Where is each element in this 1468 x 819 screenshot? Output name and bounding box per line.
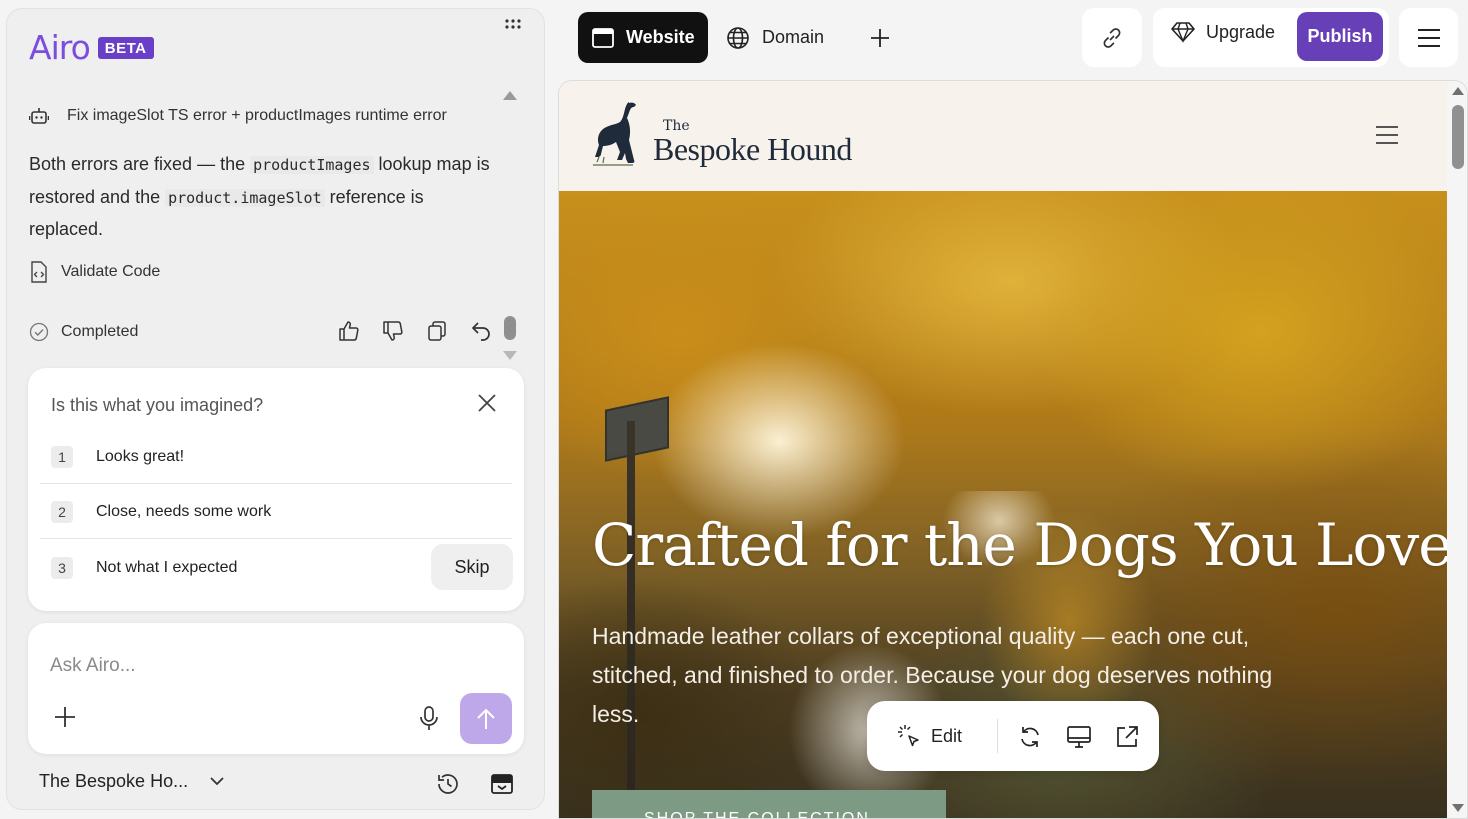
logo-name: Bespoke Hound	[653, 131, 852, 167]
site-header: The Bespoke Hound	[559, 81, 1447, 191]
brand: Airo BETA	[29, 31, 154, 64]
refresh-icon[interactable]	[1017, 724, 1043, 750]
option-number: 1	[51, 446, 73, 468]
feedback-option-3[interactable]: 3 Not what I expected	[40, 541, 420, 595]
undo-icon[interactable]	[469, 319, 493, 343]
tab-website[interactable]: Website	[578, 12, 708, 63]
project-selector[interactable]: The Bespoke Ho...	[39, 771, 224, 792]
chevron-down-icon	[210, 777, 224, 786]
upgrade-label: Upgrade	[1206, 21, 1276, 42]
task-row: Fix imageSlot TS error + productImages r…	[29, 107, 447, 125]
option-label: Close, needs some work	[96, 503, 272, 520]
plus-icon	[871, 28, 889, 47]
scrollbar-thumb[interactable]	[504, 316, 516, 340]
option-label: Not what I expected	[96, 559, 238, 576]
bottom-bar: The Bespoke Ho...	[39, 771, 519, 799]
composer	[28, 623, 524, 754]
magic-cursor-icon	[898, 725, 919, 747]
chat-scrollbar[interactable]	[503, 89, 517, 364]
edit-toolbar: Edit	[867, 701, 1159, 771]
airo-logo: Airo	[29, 28, 91, 67]
feedback-title: Is this what you imagined?	[51, 395, 264, 415]
project-name: The Bespoke Ho...	[39, 771, 189, 791]
robot-icon	[29, 108, 49, 124]
feedback-card: Is this what you imagined? 1 Looks great…	[28, 368, 524, 611]
divider	[997, 719, 998, 753]
tab-website-label: Website	[626, 27, 695, 47]
edit-label: Edit	[931, 725, 963, 746]
scroll-up-arrow-icon[interactable]	[503, 91, 517, 100]
tab-domain[interactable]: Domain	[726, 12, 824, 63]
link-button[interactable]	[1082, 8, 1142, 67]
upgrade-publish-group: Upgrade Publish	[1153, 8, 1389, 67]
globe-icon	[727, 26, 749, 49]
scroll-down-arrow-icon[interactable]	[1452, 804, 1464, 812]
collapse-panel-icon[interactable]	[490, 772, 514, 796]
scroll-down-arrow-icon[interactable]	[503, 351, 517, 360]
website-preview: The Bespoke Hound Crafted for the Dogs Y…	[558, 80, 1468, 819]
copy-icon[interactable]	[425, 319, 449, 343]
desktop-icon[interactable]	[1066, 724, 1092, 750]
message-code: productImages	[250, 156, 374, 174]
send-button[interactable]	[460, 693, 512, 744]
greyhound-logo-icon	[593, 102, 636, 166]
message-actions	[337, 319, 493, 343]
link-icon	[1103, 27, 1121, 48]
status-row: Completed	[29, 322, 138, 342]
divider	[40, 538, 512, 539]
beta-badge: BETA	[97, 36, 154, 59]
task-title: Fix imageSlot TS error + productImages r…	[67, 107, 447, 124]
divider	[40, 483, 512, 484]
message-text: Both errors are fixed — the	[29, 154, 251, 174]
shop-collection-button[interactable]: SHOP THE COLLECTION	[592, 790, 946, 818]
thumbs-up-icon[interactable]	[337, 319, 361, 343]
tab-domain-label: Domain	[762, 27, 825, 47]
publish-button[interactable]: Publish	[1297, 12, 1383, 61]
assistant-message: Both errors are fixed — the productImage…	[29, 149, 499, 246]
drag-handle-icon[interactable]	[504, 18, 522, 30]
feedback-option-1[interactable]: 1 Looks great!	[40, 430, 512, 484]
hamburger-menu-icon	[1417, 28, 1440, 47]
browser-window-icon	[592, 27, 614, 48]
history-icon[interactable]	[436, 772, 460, 796]
diamond-icon	[1171, 22, 1195, 43]
hero-title: Crafted for the Dogs You Love	[592, 511, 1453, 579]
option-number: 2	[51, 501, 73, 523]
site-logo[interactable]: The Bespoke Hound	[591, 99, 852, 169]
scroll-up-arrow-icon[interactable]	[1452, 87, 1464, 95]
message-code: product.imageSlot	[165, 188, 325, 207]
validate-code-row[interactable]: Validate Code	[29, 261, 160, 283]
validate-label: Validate Code	[61, 263, 161, 280]
plus-icon[interactable]	[53, 705, 77, 729]
feedback-option-2[interactable]: 2 Close, needs some work	[40, 485, 512, 539]
skip-button[interactable]: Skip	[431, 544, 513, 590]
open-external-icon[interactable]	[1114, 724, 1140, 750]
chat-panel: Airo BETA Fix imageSlot TS error + produ…	[6, 8, 545, 810]
code-file-icon	[31, 261, 47, 283]
preview-scrollbar[interactable]	[1447, 81, 1467, 818]
status-label: Completed	[61, 323, 139, 340]
option-label: Looks great!	[96, 448, 185, 465]
option-number: 3	[51, 557, 73, 579]
edit-button[interactable]: Edit	[897, 724, 962, 748]
thumbs-down-icon[interactable]	[381, 319, 405, 343]
upgrade-button[interactable]: Upgrade	[1171, 21, 1275, 43]
scrollbar-thumb[interactable]	[1452, 105, 1464, 169]
add-tab-button[interactable]	[868, 12, 894, 63]
site-menu-icon[interactable]	[1375, 125, 1399, 145]
main-menu-button[interactable]	[1399, 8, 1458, 67]
microphone-icon[interactable]	[417, 705, 441, 731]
chat-history: Fix imageSlot TS error + productImages r…	[7, 89, 507, 359]
arrow-up-icon	[477, 708, 495, 729]
close-icon[interactable]	[475, 391, 499, 415]
hero-section: Crafted for the Dogs You Love Handmade l…	[559, 191, 1453, 818]
check-circle-icon	[29, 322, 49, 342]
ask-input[interactable]	[50, 651, 490, 681]
